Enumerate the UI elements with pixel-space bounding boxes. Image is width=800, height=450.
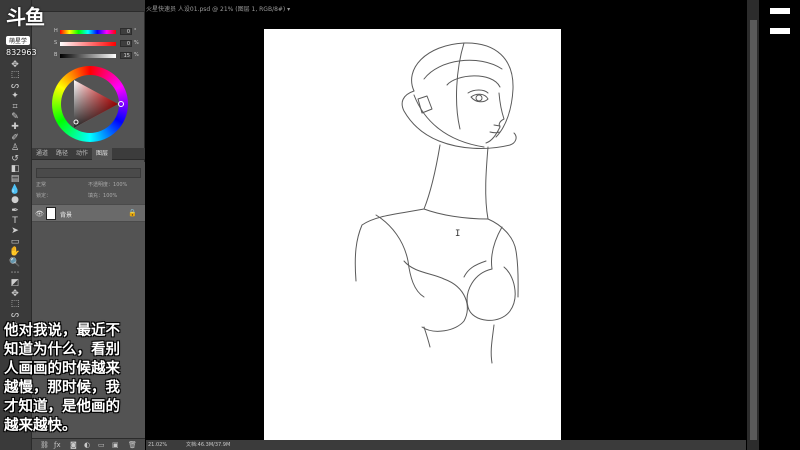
more-tools-icon[interactable]: ⋯ (8, 268, 22, 278)
document-tab[interactable]: 火星快速员 人设01.psd @ 21% (图层 1, RGB/8#) ▾ (146, 5, 406, 15)
subtitle-line: 人画画的时候越来 (4, 361, 120, 377)
subtitle-line: 越慢，那时候，我 (4, 380, 120, 396)
document-size: 文档:46.3M/37.9M (186, 442, 231, 448)
hue-track[interactable] (60, 30, 116, 34)
hue-unit: ° (134, 28, 137, 34)
edge-bar-top (770, 8, 790, 14)
brightness-label: B (54, 52, 58, 58)
link-layers-icon[interactable]: ⛓ (40, 441, 49, 449)
logo-text: 斗鱼 (6, 5, 45, 29)
vertical-scrollbar[interactable] (747, 0, 759, 450)
color-triangle[interactable] (52, 66, 128, 142)
subtitle-line: 越来越快。 (4, 418, 77, 434)
opacity-value[interactable]: 100% (113, 182, 127, 188)
lock-label: 锁定： (36, 193, 52, 199)
path-select-icon[interactable]: ➤ (8, 226, 22, 236)
opacity-control[interactable]: 不透明度：100% (88, 181, 127, 188)
magic-wand-icon[interactable]: ✦ (8, 91, 22, 101)
adjustment-layer-icon[interactable]: ◐ (84, 441, 90, 449)
clone-stamp-icon[interactable]: ♙ (8, 143, 22, 153)
pen-tool-icon[interactable]: ✒ (8, 206, 22, 216)
logo-tag: 萌星学 (6, 36, 31, 45)
douyu-logo: 斗鱼 萌星学 832963 (6, 5, 48, 57)
saturation-track[interactable] (60, 42, 116, 46)
opacity-label: 不透明度： (88, 182, 114, 188)
brightness-track[interactable] (60, 54, 116, 58)
subtitle-line: 才知道，是他画的 (4, 399, 120, 415)
color-panel-header (32, 0, 145, 12)
zoom-tool-icon[interactable]: 🔍 (8, 258, 22, 268)
lock-row: 锁定： 填充：100% (36, 192, 117, 201)
fill-value[interactable]: 100% (103, 193, 117, 199)
marquee-tool-icon[interactable]: ⬚ (8, 70, 22, 80)
history-brush-icon[interactable]: ↺ (8, 154, 22, 164)
crop-tool-icon[interactable]: ⌗ (8, 102, 22, 112)
fill-label: 填充： (88, 193, 104, 199)
fill-control[interactable]: 填充：100% (88, 192, 117, 199)
saturation-value[interactable]: 0 (120, 40, 132, 47)
hue-slider[interactable]: H 0 ° (54, 28, 142, 36)
eraser-tool-icon[interactable]: ◧ (8, 164, 22, 174)
status-bar: 21.02% 文档:46.3M/37.9M (146, 440, 746, 450)
layer-thumbnail (46, 207, 56, 220)
sketch-drawing (354, 42, 519, 364)
brightness-value[interactable]: 15 (120, 52, 132, 59)
edge-bar-bottom (770, 28, 790, 34)
dodge-tool-icon[interactable]: ● (8, 195, 22, 205)
tab-actions[interactable]: 动作 (72, 148, 92, 160)
shape-tool-icon[interactable]: ▭ (8, 237, 22, 247)
type-tool-icon[interactable]: T (8, 216, 22, 226)
brightness-slider[interactable]: B 15 % (54, 52, 142, 60)
lasso-tool-icon[interactable]: ᔕ (8, 81, 22, 91)
subtitle-overlay: 他对我说，最近不 知道为什么，看别 人画画的时候越来 越慢，那时候，我 才知道，… (4, 322, 144, 436)
new-layer-icon[interactable]: ▣ (112, 441, 119, 449)
lock-icon: 🔒 (128, 209, 137, 217)
visibility-eye-icon[interactable]: 👁 (35, 210, 44, 218)
lasso-tool-icon[interactable]: ᔕ (8, 310, 22, 320)
tab-paths[interactable]: 路径 (52, 148, 72, 160)
saturation-label: S (54, 40, 58, 46)
add-mask-icon[interactable]: ◙ (70, 441, 77, 449)
brightness-unit: % (134, 52, 139, 58)
subtitle-line: 他对我说，最近不 (4, 323, 120, 339)
layer-filter-row[interactable] (36, 168, 141, 178)
scrollbar-thumb[interactable] (750, 20, 757, 440)
gradient-tool-icon[interactable]: ▤ (8, 174, 22, 184)
saturation-slider[interactable]: S 0 % (54, 40, 142, 48)
right-edge (760, 0, 800, 450)
fx-icon[interactable]: ƒx (54, 441, 61, 449)
hand-tool-icon[interactable]: ✋ (8, 247, 22, 257)
room-id: 832963 (6, 48, 37, 57)
color-swatch-icon[interactable]: ◩ (8, 278, 22, 288)
tab-layers[interactable]: 图层 (92, 148, 113, 160)
layer-name: 背景 (60, 212, 73, 219)
tab-channels[interactable]: 通道 (32, 148, 52, 160)
eyedropper-icon[interactable]: ✎ (8, 112, 22, 122)
marquee-tool-icon[interactable]: ⬚ (8, 299, 22, 309)
layer-row[interactable]: 👁 背景 🔒 (32, 204, 145, 222)
text-cursor-icon: I (455, 229, 461, 239)
blend-mode-select[interactable]: 正常 不透明度：100% (36, 181, 127, 190)
brush-tool-icon[interactable]: ✐ (8, 133, 22, 143)
new-group-icon[interactable]: ▭ (98, 441, 105, 449)
healing-brush-icon[interactable]: ✚ (8, 122, 22, 132)
layers-bottom-bar: ⛓ ƒx ◙ ◐ ▭ ▣ 🗑 (32, 438, 145, 450)
blend-mode-value: 正常 (36, 182, 47, 188)
blur-tool-icon[interactable]: 💧 (8, 185, 22, 195)
move-tool-icon[interactable]: ✥ (8, 60, 22, 70)
move-tool-icon[interactable]: ✥ (8, 289, 22, 299)
layers-panel-tabs: 通道 路径 动作 图层 (32, 148, 145, 160)
delete-layer-icon[interactable]: 🗑 (128, 441, 137, 449)
hue-label: H (54, 28, 58, 34)
subtitle-line: 知道为什么，看别 (4, 342, 120, 358)
artboard[interactable] (264, 29, 561, 440)
hue-value[interactable]: 0 (120, 28, 132, 35)
color-wheel[interactable] (52, 66, 128, 142)
zoom-level[interactable]: 21.02% (148, 440, 167, 450)
saturation-unit: % (134, 40, 139, 46)
